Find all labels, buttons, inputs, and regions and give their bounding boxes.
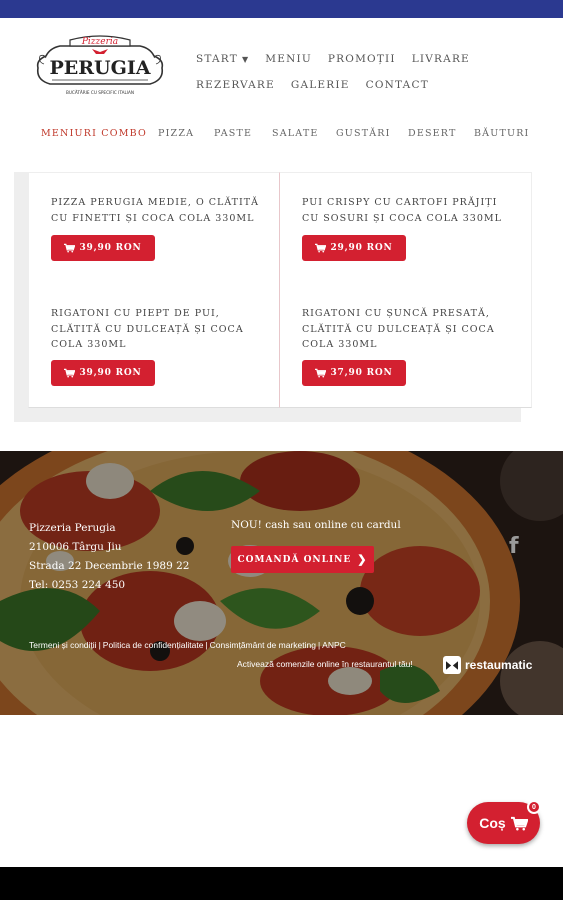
tab-salate[interactable]: SALATE	[272, 128, 319, 139]
order-online-button[interactable]: COMANDĂ ONLINE ❯	[231, 546, 374, 573]
price-label: 39,90 RON	[79, 243, 142, 253]
cart-button[interactable]: Coș 0	[467, 800, 541, 844]
link-separator: |	[317, 640, 321, 650]
main-navigation: START ▼ MENIU PROMOȚII LIVRARE REZERVARE …	[196, 46, 496, 98]
street: Strada 22 Decembrie 1989 22	[29, 560, 190, 572]
footer-links: Termeni și condiții | Politica de confiden…	[29, 640, 346, 650]
site-footer: Pizzeria Perugia 210006 Târgu Jiu Strada…	[0, 451, 563, 715]
chevron-down-icon: ▼	[241, 55, 250, 64]
nav-galerie[interactable]: GALERIE	[291, 79, 350, 91]
restaumatic-brand: restaumatic	[465, 658, 533, 672]
logo-top-text: Pizzeria	[81, 37, 118, 47]
link-anpc[interactable]: ANPC	[322, 640, 346, 650]
product-title: RIGATONI CU ȘUNCĂ PRESATĂ, CLĂTITĂ CU DU…	[302, 308, 495, 350]
nav-contact[interactable]: CONTACT	[366, 79, 429, 91]
product-title: RIGATONI CU PIEPT DE PUI, CLĂTITĂ CU DUL…	[51, 308, 244, 350]
product-title: PIZZA PERUGIA MEDIE, O CLĂTITĂ CU FINETT…	[51, 197, 259, 224]
tab-bauturi[interactable]: BĂUTURI	[474, 128, 530, 139]
nav-start[interactable]: START ▼	[196, 53, 249, 65]
nav-livrare[interactable]: LIVRARE	[412, 53, 470, 65]
cart-icon	[510, 816, 528, 830]
product-card: RIGATONI CU ȘUNCĂ PRESATĂ, CLĂTITĂ CU DU…	[280, 284, 532, 408]
product-card: RIGATONI CU PIEPT DE PUI, CLĂTITĂ CU DUL…	[28, 284, 280, 408]
order-online-label: COMANDĂ ONLINE	[237, 554, 352, 565]
cart-icon	[315, 243, 327, 253]
logo-name: PERUGIA	[50, 57, 151, 79]
product-card: PUI CRISPY CU CARTOFI PRĂJIȚI CU SOSURI …	[280, 172, 532, 290]
link-marketing-consent[interactable]: Consimțământ de marketing	[210, 640, 316, 650]
add-to-cart-button[interactable]: 39,90 RON	[51, 360, 155, 386]
product-card: PIZZA PERUGIA MEDIE, O CLĂTITĂ CU FINETT…	[28, 172, 280, 290]
phone: Tel: 0253 224 450	[29, 579, 126, 591]
cart-icon	[315, 368, 327, 378]
link-terms[interactable]: Termeni și condiții	[29, 640, 97, 650]
category-tabs: MENIURI COMBO PIZZA PASTE SALATE GUSTĂRI…	[0, 122, 563, 148]
nav-promotii[interactable]: PROMOȚII	[328, 53, 396, 65]
activate-online-orders-text[interactable]: Activează comenzile online în restaurant…	[237, 659, 413, 669]
link-separator: |	[205, 640, 208, 650]
product-grid: PIZZA PERUGIA MEDIE, O CLĂTITĂ CU FINETT…	[28, 172, 534, 408]
top-bar	[0, 0, 563, 18]
restaurant-address: Pizzeria Perugia 210006 Târgu Jiu Strada…	[29, 519, 189, 595]
facebook-icon[interactable]: f	[509, 536, 523, 558]
logo-graphic: Pizzeria PERUGIA BUCĂTĂRIE CU SPECIFIC I…	[36, 35, 164, 95]
site-header: Pizzeria PERUGIA BUCĂTĂRIE CU SPECIFIC I…	[0, 18, 563, 178]
cart-icon	[64, 243, 76, 253]
bottom-bar	[0, 867, 563, 900]
tab-pizza[interactable]: PIZZA	[158, 128, 194, 139]
nav-rezervare[interactable]: REZERVARE	[196, 79, 275, 91]
restaurant-name: Pizzeria Perugia	[29, 522, 116, 534]
cart-count-badge: 0	[527, 800, 541, 814]
tab-gustari[interactable]: GUSTĂRI	[336, 128, 391, 139]
link-privacy[interactable]: Politica de confidențialitate	[103, 640, 204, 650]
cart-icon	[64, 368, 76, 378]
restaumatic-logo[interactable]: restaumatic	[443, 655, 532, 675]
price-label: 29,90 RON	[330, 243, 393, 253]
cart-label: Coș	[479, 815, 506, 831]
add-to-cart-button[interactable]: 29,90 RON	[302, 235, 406, 261]
add-to-cart-button[interactable]: 37,90 RON	[302, 360, 406, 386]
perugia-logo[interactable]: Pizzeria PERUGIA BUCĂTĂRIE CU SPECIFIC I…	[30, 30, 170, 100]
order-promo-text: NOU! cash sau online cu cardul	[231, 519, 401, 531]
link-separator: |	[98, 640, 101, 650]
tab-desert[interactable]: DESERT	[408, 128, 457, 139]
product-title: PUI CRISPY CU CARTOFI PRĂJIȚI CU SOSURI …	[302, 197, 502, 224]
nav-meniu[interactable]: MENIU	[265, 53, 312, 65]
price-label: 37,90 RON	[330, 368, 393, 378]
chevron-right-icon: ❯	[357, 553, 368, 566]
price-label: 39,90 RON	[79, 368, 142, 378]
logo-tagline: BUCĂTĂRIE CU SPECIFIC ITALIAN	[66, 90, 134, 95]
restaumatic-icon	[443, 656, 461, 674]
tab-meniuri-combo[interactable]: MENIURI COMBO	[41, 128, 147, 139]
nav-start-label: START	[196, 53, 238, 65]
add-to-cart-button[interactable]: 39,90 RON	[51, 235, 155, 261]
tab-paste[interactable]: PASTE	[214, 128, 252, 139]
postal-city: 210006 Târgu Jiu	[29, 541, 122, 553]
